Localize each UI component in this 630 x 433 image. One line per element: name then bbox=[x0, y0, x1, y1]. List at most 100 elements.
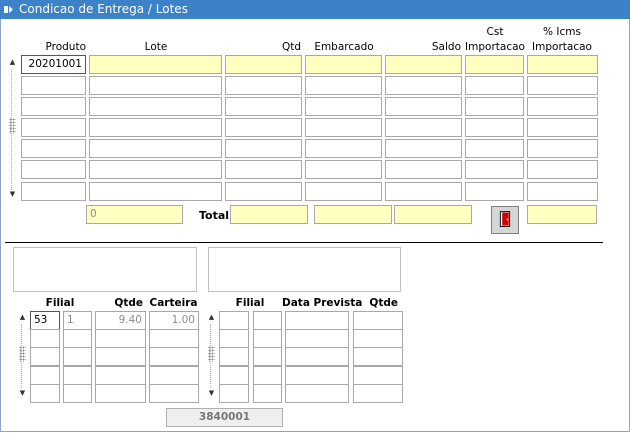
carteira-field[interactable] bbox=[149, 366, 199, 385]
total-icms-field[interactable] bbox=[527, 205, 597, 224]
saldo-field[interactable] bbox=[385, 97, 462, 116]
cst-field[interactable] bbox=[465, 97, 524, 116]
filial-scrollbar[interactable]: ▲ ▼ bbox=[17, 311, 28, 401]
embarcado-field[interactable] bbox=[305, 139, 382, 158]
cst-field[interactable] bbox=[465, 118, 524, 137]
total-embarcado-field[interactable] bbox=[314, 205, 392, 224]
data-prevista-field[interactable] bbox=[285, 347, 349, 366]
embarcado-field[interactable] bbox=[305, 55, 382, 74]
filial-sub-field[interactable]: 1 bbox=[63, 311, 92, 330]
previsao-qtde-field[interactable] bbox=[353, 311, 403, 330]
saldo-field[interactable] bbox=[385, 160, 462, 179]
total-saldo-field[interactable] bbox=[394, 205, 472, 224]
embarcado-field[interactable] bbox=[305, 76, 382, 95]
embarcado-field[interactable] bbox=[305, 97, 382, 116]
qtd-field[interactable] bbox=[225, 76, 302, 95]
filial-field[interactable] bbox=[30, 329, 60, 348]
qtde-field[interactable] bbox=[95, 384, 146, 403]
previsao-sub-field[interactable] bbox=[253, 311, 282, 330]
exit-button[interactable] bbox=[491, 206, 519, 234]
saldo-field[interactable] bbox=[385, 139, 462, 158]
data-prevista-field[interactable] bbox=[285, 311, 349, 330]
filial-field[interactable] bbox=[30, 366, 60, 385]
filial-sub-field[interactable] bbox=[63, 329, 92, 348]
scroll-grip-icon[interactable] bbox=[208, 346, 215, 362]
previsao-qtde-field[interactable] bbox=[353, 366, 403, 385]
scroll-grip-icon[interactable] bbox=[19, 346, 26, 362]
scroll-down-icon[interactable]: ▼ bbox=[7, 189, 18, 200]
qtd-field[interactable] bbox=[225, 118, 302, 137]
data-prevista-field[interactable] bbox=[285, 366, 349, 385]
lote-field[interactable] bbox=[89, 97, 222, 116]
filial-field[interactable] bbox=[30, 384, 60, 403]
cst-field[interactable] bbox=[465, 139, 524, 158]
produto-field[interactable] bbox=[21, 160, 86, 179]
previsao-filial-field[interactable] bbox=[219, 329, 249, 348]
previsao-sub-field[interactable] bbox=[253, 384, 282, 403]
filial-field[interactable]: 53 bbox=[30, 311, 60, 330]
produto-field[interactable] bbox=[21, 182, 86, 201]
embarcado-field[interactable] bbox=[305, 118, 382, 137]
carteira-field[interactable]: 1.00 bbox=[149, 311, 199, 330]
lotes-scrollbar[interactable]: ▲ ▼ bbox=[7, 55, 18, 202]
produto-field[interactable] bbox=[21, 118, 86, 137]
lote-field[interactable] bbox=[89, 139, 222, 158]
qtde-field[interactable] bbox=[95, 329, 146, 348]
icms-field[interactable] bbox=[527, 139, 598, 158]
cst-field[interactable] bbox=[465, 76, 524, 95]
previsao-sub-field[interactable] bbox=[253, 329, 282, 348]
cst-field[interactable] bbox=[465, 160, 524, 179]
qtd-field[interactable] bbox=[225, 55, 302, 74]
scroll-up-icon[interactable]: ▲ bbox=[17, 312, 28, 323]
previsao-filial-field[interactable] bbox=[219, 366, 249, 385]
scroll-down-icon[interactable]: ▼ bbox=[17, 388, 28, 399]
scroll-down-icon[interactable]: ▼ bbox=[206, 388, 217, 399]
saldo-field[interactable] bbox=[385, 182, 462, 201]
footer-code-field[interactable]: 3840001 bbox=[166, 408, 283, 427]
carteira-field[interactable] bbox=[149, 329, 199, 348]
qtd-field[interactable] bbox=[225, 139, 302, 158]
qtde-field[interactable] bbox=[95, 347, 146, 366]
lote-field[interactable] bbox=[89, 118, 222, 137]
lote-field[interactable] bbox=[89, 55, 222, 74]
data-prevista-field[interactable] bbox=[285, 384, 349, 403]
produto-field[interactable] bbox=[21, 97, 86, 116]
produto-field[interactable] bbox=[21, 76, 86, 95]
icms-field[interactable] bbox=[527, 97, 598, 116]
qtde-field[interactable] bbox=[95, 366, 146, 385]
saldo-field[interactable] bbox=[385, 76, 462, 95]
carteira-field[interactable] bbox=[149, 347, 199, 366]
total-qtd-field[interactable] bbox=[230, 205, 308, 224]
data-prevista-field[interactable] bbox=[285, 329, 349, 348]
filial-field[interactable] bbox=[30, 347, 60, 366]
lote-field[interactable] bbox=[89, 160, 222, 179]
filial-sub-field[interactable] bbox=[63, 347, 92, 366]
embarcado-field[interactable] bbox=[305, 160, 382, 179]
previsao-filial-field[interactable] bbox=[219, 347, 249, 366]
cst-field[interactable] bbox=[465, 55, 524, 74]
previsao-sub-field[interactable] bbox=[253, 366, 282, 385]
qtd-field[interactable] bbox=[225, 160, 302, 179]
previsao-scrollbar[interactable]: ▲ ▼ bbox=[206, 311, 217, 401]
previsao-filial-field[interactable] bbox=[219, 384, 249, 403]
lote-field[interactable] bbox=[89, 182, 222, 201]
qtd-field[interactable] bbox=[225, 182, 302, 201]
previsao-qtde-field[interactable] bbox=[353, 384, 403, 403]
previsao-qtde-field[interactable] bbox=[353, 329, 403, 348]
carteira-field[interactable] bbox=[149, 384, 199, 403]
scroll-grip-icon[interactable] bbox=[9, 118, 16, 134]
icms-field[interactable] bbox=[527, 76, 598, 95]
produto-field[interactable]: 20201001 bbox=[21, 55, 86, 74]
lote-field[interactable] bbox=[89, 76, 222, 95]
filial-sub-field[interactable] bbox=[63, 384, 92, 403]
previsao-filial-field[interactable] bbox=[219, 311, 249, 330]
saldo-field[interactable] bbox=[385, 55, 462, 74]
embarcado-field[interactable] bbox=[305, 182, 382, 201]
icms-field[interactable] bbox=[527, 118, 598, 137]
icms-field[interactable] bbox=[527, 160, 598, 179]
icms-field[interactable] bbox=[527, 182, 598, 201]
cst-field[interactable] bbox=[465, 182, 524, 201]
saldo-field[interactable] bbox=[385, 118, 462, 137]
qtd-field[interactable] bbox=[225, 97, 302, 116]
previsao-sub-field[interactable] bbox=[253, 347, 282, 366]
